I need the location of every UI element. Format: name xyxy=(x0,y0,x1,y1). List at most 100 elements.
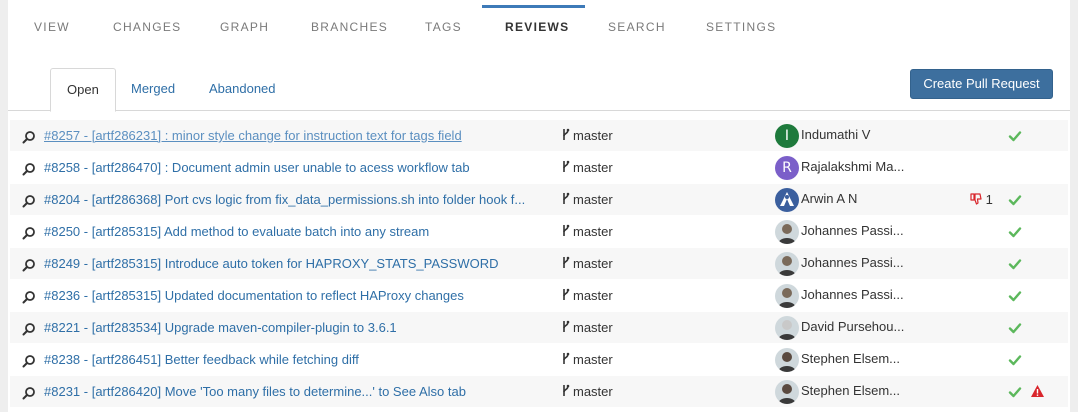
review-title-link[interactable]: #8249 - [artf285315] Introduce auto toke… xyxy=(44,256,534,271)
branch-label: master xyxy=(561,352,613,367)
tab-open[interactable]: Open xyxy=(50,68,116,112)
author-name: Johannes Passi... xyxy=(801,287,904,302)
branch-label: master xyxy=(561,320,613,335)
author-name: Johannes Passi... xyxy=(801,223,904,238)
branch-icon xyxy=(561,160,571,173)
avatar xyxy=(775,252,799,276)
warning-icon xyxy=(1030,384,1045,398)
branch-icon xyxy=(561,224,571,237)
approved-check-icon xyxy=(1008,353,1022,367)
approved-check-icon xyxy=(1008,257,1022,271)
branch-label: master xyxy=(561,128,613,143)
branch-name: master xyxy=(573,128,613,143)
review-row[interactable]: #8250 - [artf285315] Add method to evalu… xyxy=(10,216,1068,248)
active-tab-indicator xyxy=(482,5,585,8)
branch-name: master xyxy=(573,352,613,367)
avatar xyxy=(775,188,799,212)
review-title-link[interactable]: #8250 - [artf285315] Add method to evalu… xyxy=(44,224,534,239)
search-icon[interactable] xyxy=(22,194,36,208)
branch-name: master xyxy=(573,224,613,239)
avatar xyxy=(775,220,799,244)
branch-name: master xyxy=(573,384,613,399)
nav-search[interactable]: SEARCH xyxy=(608,20,666,34)
avatar xyxy=(775,348,799,372)
branch-name: master xyxy=(573,192,613,207)
review-title-link[interactable]: #8236 - [artf285315] Updated documentati… xyxy=(44,288,534,303)
branch-name: master xyxy=(573,288,613,303)
branch-label: master xyxy=(561,288,613,303)
avatar xyxy=(775,316,799,340)
search-icon[interactable] xyxy=(22,226,36,240)
search-icon[interactable] xyxy=(22,386,36,400)
search-icon[interactable] xyxy=(22,322,36,336)
author-name: Stephen Elsem... xyxy=(801,383,900,398)
approved-check-icon xyxy=(1008,321,1022,335)
branch-label: master xyxy=(561,256,613,271)
review-row[interactable]: #8258 - [artf286470] : Document admin us… xyxy=(10,152,1068,184)
branch-label: master xyxy=(561,160,613,175)
branch-icon xyxy=(561,128,571,141)
tab-abandoned[interactable]: Abandoned xyxy=(193,68,292,111)
review-title-link[interactable]: #8238 - [artf286451] Better feedback whi… xyxy=(44,352,534,367)
branch-name: master xyxy=(573,256,613,271)
review-title-link[interactable]: #8221 - [artf283534] Upgrade maven-compi… xyxy=(44,320,534,335)
review-row[interactable]: #8221 - [artf283534] Upgrade maven-compi… xyxy=(10,312,1068,344)
search-icon[interactable] xyxy=(22,130,36,144)
author-name: Johannes Passi... xyxy=(801,255,904,270)
nav-settings[interactable]: SETTINGS xyxy=(706,20,776,34)
tab-merged[interactable]: Merged xyxy=(115,68,191,111)
search-icon[interactable] xyxy=(22,354,36,368)
nav-changes[interactable]: CHANGES xyxy=(113,20,181,34)
nav-tags[interactable]: TAGS xyxy=(425,20,462,34)
author-name: Rajalakshmi Ma... xyxy=(801,159,905,174)
search-icon[interactable] xyxy=(22,258,36,272)
review-row[interactable]: #8249 - [artf285315] Introduce auto toke… xyxy=(10,248,1068,280)
branch-icon xyxy=(561,384,571,397)
branch-icon xyxy=(561,352,571,365)
branch-name: master xyxy=(573,160,613,175)
review-title-link[interactable]: #8258 - [artf286470] : Document admin us… xyxy=(44,160,534,175)
branch-label: master xyxy=(561,224,613,239)
review-row[interactable]: #8238 - [artf286451] Better feedback whi… xyxy=(10,344,1068,376)
author-name: David Pursehou... xyxy=(801,319,905,334)
branch-label: master xyxy=(561,384,613,399)
review-title-link[interactable]: #8257 - [artf286231] : minor style chang… xyxy=(44,128,534,143)
avatar: I xyxy=(775,124,799,148)
vote-count: 1 xyxy=(985,192,993,207)
create-pull-request-button[interactable]: Create Pull Request xyxy=(910,69,1053,99)
avatar: R xyxy=(775,156,799,180)
branch-icon xyxy=(561,288,571,301)
nav-branches[interactable]: BRANCHES xyxy=(311,20,388,34)
review-row[interactable]: #8236 - [artf285315] Updated documentati… xyxy=(10,280,1068,312)
approved-check-icon xyxy=(1008,385,1022,399)
avatar xyxy=(775,284,799,308)
downvote-count: 1 xyxy=(970,192,993,207)
author-name: Indumathi V xyxy=(801,127,871,142)
approved-check-icon xyxy=(1008,129,1022,143)
branch-label: master xyxy=(561,192,613,207)
approved-check-icon xyxy=(1008,193,1022,207)
review-row[interactable]: #8231 - [artf286420] Move 'Too many file… xyxy=(10,376,1068,408)
top-nav: VIEW CHANGES GRAPH BRANCHES TAGS REVIEWS… xyxy=(8,0,1070,56)
search-icon[interactable] xyxy=(22,290,36,304)
repository-panel: VIEW CHANGES GRAPH BRANCHES TAGS REVIEWS… xyxy=(8,0,1070,412)
search-icon[interactable] xyxy=(22,162,36,176)
nav-reviews[interactable]: REVIEWS xyxy=(505,20,569,34)
review-title-link[interactable]: #8204 - [artf286368] Port cvs logic from… xyxy=(44,192,534,207)
branch-icon xyxy=(561,256,571,269)
review-list: #8257 - [artf286231] : minor style chang… xyxy=(10,120,1068,408)
avatar xyxy=(775,380,799,404)
author-name: Arwin A N xyxy=(801,191,858,206)
nav-view[interactable]: VIEW xyxy=(34,20,70,34)
branch-icon xyxy=(561,192,571,205)
nav-graph[interactable]: GRAPH xyxy=(220,20,269,34)
author-name: Stephen Elsem... xyxy=(801,351,900,366)
review-title-link[interactable]: #8231 - [artf286420] Move 'Too many file… xyxy=(44,384,534,399)
approved-check-icon xyxy=(1008,225,1022,239)
approved-check-icon xyxy=(1008,289,1022,303)
thumbs-down-icon xyxy=(970,192,982,207)
review-row[interactable]: #8257 - [artf286231] : minor style chang… xyxy=(10,120,1068,152)
review-row[interactable]: #8204 - [artf286368] Port cvs logic from… xyxy=(10,184,1068,216)
branch-icon xyxy=(561,320,571,333)
branch-name: master xyxy=(573,320,613,335)
